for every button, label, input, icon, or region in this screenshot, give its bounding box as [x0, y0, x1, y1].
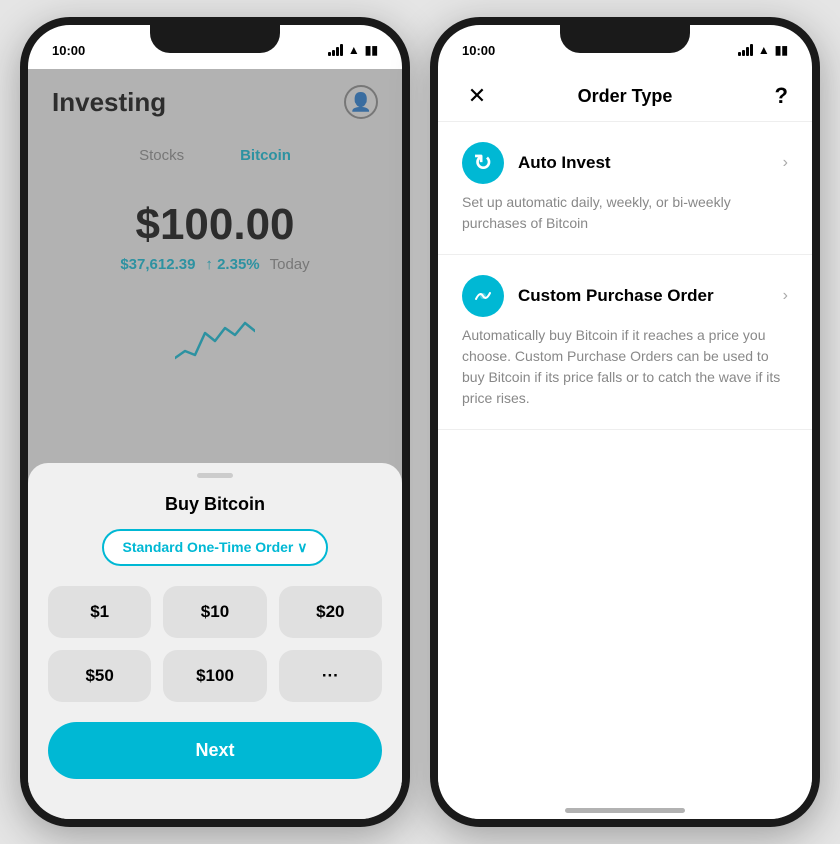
home-indicator-right — [565, 808, 685, 813]
help-button[interactable]: ? — [758, 83, 788, 109]
amount-btn-100[interactable]: $100 — [163, 650, 266, 702]
right-phone: 10:00 ▲ ▮▮ ✕ Order Type ? ↻ Auto Invest … — [430, 17, 820, 827]
auto-invest-name: Auto Invest — [518, 153, 611, 173]
wifi-icon-right: ▲ — [758, 43, 770, 57]
status-icons-right: ▲ ▮▮ — [738, 43, 788, 57]
amount-btn-10[interactable]: $10 — [163, 586, 266, 638]
wifi-icon: ▲ — [348, 43, 360, 57]
auto-invest-icon: ↻ — [462, 142, 504, 184]
signal-icon-right — [738, 44, 753, 56]
custom-order-row: Custom Purchase Order › — [462, 275, 788, 317]
battery-icon-right: ▮▮ — [775, 43, 788, 57]
notch-right — [560, 25, 690, 53]
chevron-right-auto: › — [783, 154, 788, 172]
next-button[interactable]: Next — [48, 722, 382, 779]
amount-grid: $1 $10 $20 $50 $100 ··· — [48, 586, 382, 702]
left-content: Investing 👤 Stocks Bitcoin $100.00 $37,6… — [28, 69, 402, 819]
notch — [150, 25, 280, 53]
left-phone: 10:00 ▲ ▮▮ Investing 👤 Stocks Bitcoin $1… — [20, 17, 410, 827]
battery-icon: ▮▮ — [365, 43, 378, 57]
amount-btn-20[interactable]: $20 — [279, 586, 382, 638]
time-left: 10:00 — [52, 43, 85, 58]
header-title: Order Type — [578, 86, 673, 107]
custom-order-description: Automatically buy Bitcoin if it reaches … — [462, 325, 788, 409]
auto-invest-description: Set up automatic daily, weekly, or bi-we… — [462, 192, 788, 234]
auto-invest-row: ↻ Auto Invest › — [462, 142, 788, 184]
amount-btn-50[interactable]: $50 — [48, 650, 151, 702]
sheet-handle — [197, 473, 233, 478]
close-button[interactable]: ✕ — [462, 83, 492, 109]
amount-btn-1[interactable]: $1 — [48, 586, 151, 638]
signal-icon — [328, 44, 343, 56]
right-content: ✕ Order Type ? ↻ Auto Invest › Set up au… — [438, 69, 812, 819]
time-right: 10:00 — [462, 43, 495, 58]
auto-invest-left: ↻ Auto Invest — [462, 142, 611, 184]
amount-btn-more[interactable]: ··· — [279, 650, 382, 702]
custom-order-name: Custom Purchase Order — [518, 286, 714, 306]
chevron-right-custom: › — [783, 287, 788, 305]
sheet-title: Buy Bitcoin — [48, 494, 382, 515]
order-type-header: ✕ Order Type ? — [438, 69, 812, 122]
order-type-button[interactable]: Standard One-Time Order ∨ — [102, 529, 327, 566]
custom-order-left: Custom Purchase Order — [462, 275, 714, 317]
auto-invest-item[interactable]: ↻ Auto Invest › Set up automatic daily, … — [438, 122, 812, 255]
custom-order-icon — [462, 275, 504, 317]
status-icons-left: ▲ ▮▮ — [328, 43, 378, 57]
bottom-sheet: Buy Bitcoin Standard One-Time Order ∨ $1… — [28, 463, 402, 819]
custom-order-item[interactable]: Custom Purchase Order › Automatically bu… — [438, 255, 812, 430]
